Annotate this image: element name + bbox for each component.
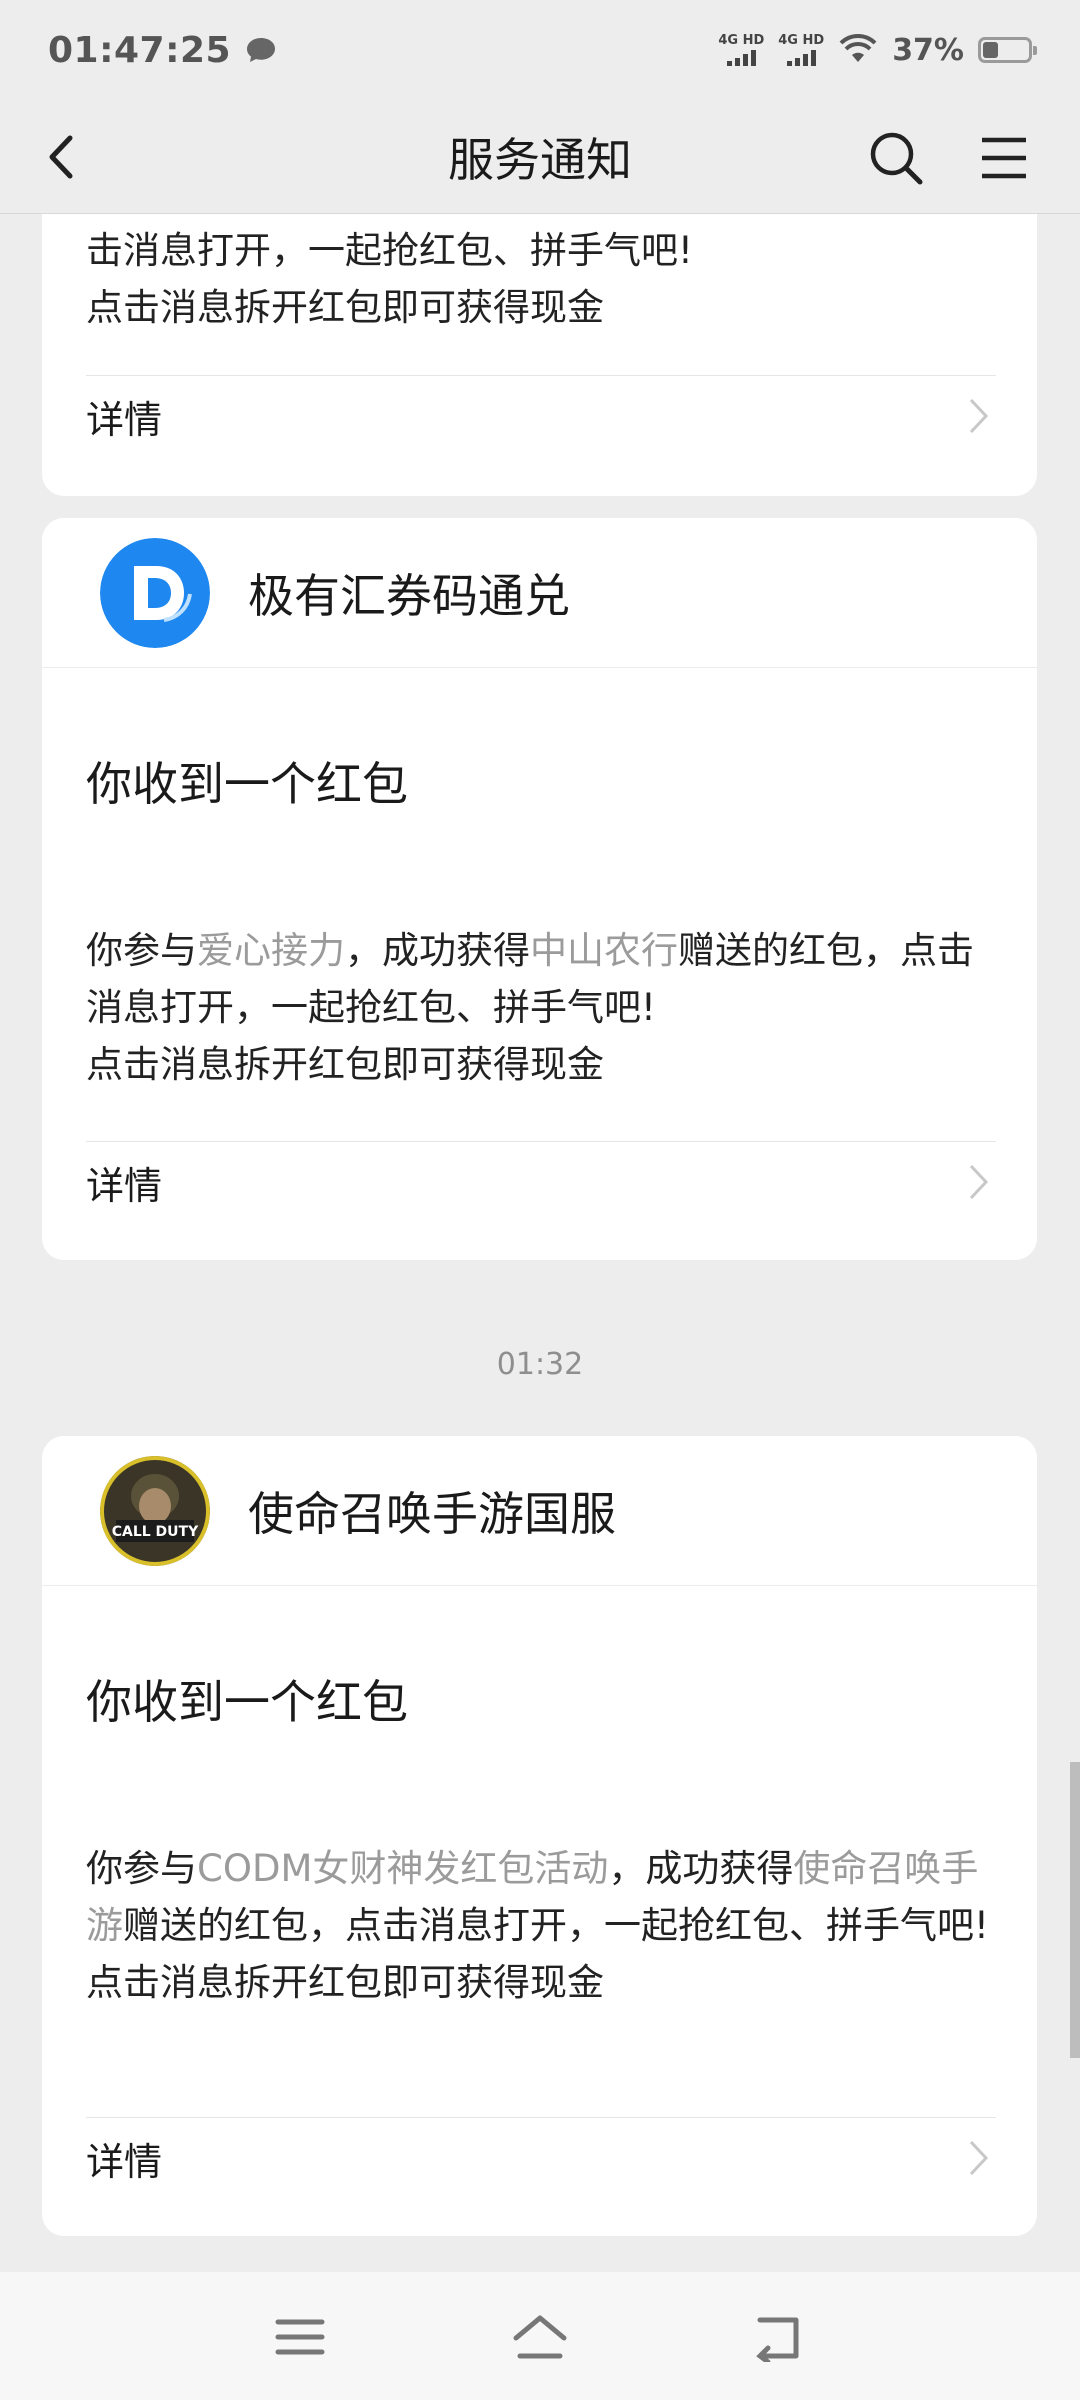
menu-icon[interactable]	[976, 130, 1032, 186]
signal-icon: 4G HD	[778, 34, 824, 66]
network-label: 4G HD	[718, 33, 765, 48]
avatar-logo-text: CALL DUTY	[112, 1524, 199, 1540]
message-timestamp: 01:32	[496, 1347, 584, 1382]
search-icon[interactable]	[868, 130, 924, 186]
message-text: 击消息打开，一起抢红包、拼手气吧!	[86, 229, 693, 272]
nav-bar: 服务通知	[0, 100, 1080, 214]
chevron-right-icon	[968, 1162, 990, 1202]
page-title: 服务通知	[448, 132, 632, 187]
detail-link[interactable]: 详情	[86, 1142, 996, 1222]
status-bar: 01:47:25 4G HD 4G HD 37%	[0, 0, 1080, 100]
account-avatar	[100, 537, 210, 648]
message-text: 点击消息拆开红包即可获得现金	[86, 1961, 604, 2004]
detail-link[interactable]: 详情	[86, 376, 996, 456]
chevron-right-icon	[968, 396, 990, 436]
message-card: CALL DUTY 使命召唤手游国服 你收到一个红包 你参与CODM女财神发红包…	[42, 1436, 1037, 2236]
detail-label: 详情	[86, 397, 163, 442]
account-name: 极有汇券码通兑	[248, 568, 570, 623]
activity-link[interactable]: 爱心接力	[197, 929, 345, 972]
home-icon[interactable]	[512, 2312, 568, 2362]
detail-label: 详情	[86, 2139, 163, 2184]
message-card: 极有汇券码通兑 你收到一个红包 你参与爱心接力，成功获得中山农行赠送的红包，点击…	[42, 518, 1037, 1260]
message-card: 击消息打开，一起抢红包、拼手气吧! 点击消息拆开红包即可获得现金 详情	[42, 214, 1037, 496]
message-title: 你收到一个红包	[86, 757, 408, 811]
message-text: 点击消息拆开红包即可获得现金	[86, 286, 604, 329]
message-bubble-icon	[245, 36, 277, 64]
battery-percent: 37%	[892, 32, 964, 68]
message-text: 你参与CODM女财神发红包活动，成功获得使命召唤手游赠送的红包，点击消息打开，一…	[86, 1847, 989, 1947]
message-text: 你参与爱心接力，成功获得中山农行赠送的红包，点击消息打开，一起抢红包、拼手气吧!	[86, 929, 974, 1029]
chevron-right-icon	[968, 2138, 990, 2178]
network-label: 4G HD	[778, 33, 825, 48]
message-body: 你参与爱心接力，成功获得中山农行赠送的红包，点击消息打开，一起抢红包、拼手气吧!…	[86, 922, 1006, 1093]
account-header[interactable]: CALL DUTY 使命召唤手游国服	[42, 1436, 1037, 1586]
message-list[interactable]: 击消息打开，一起抢红包、拼手气吧! 点击消息拆开红包即可获得现金 详情 极有汇券…	[0, 214, 1080, 2272]
signal-icon: 4G HD	[718, 34, 764, 66]
message-text: 点击消息拆开红包即可获得现金	[86, 1043, 604, 1086]
sender-link[interactable]: 中山农行	[530, 929, 678, 972]
wifi-icon	[838, 32, 878, 68]
activity-link[interactable]: CODM女财神发红包活动	[197, 1847, 608, 1890]
recent-apps-icon[interactable]	[272, 2312, 328, 2362]
account-name: 使命召唤手游国服	[248, 1486, 616, 1541]
message-body: 你参与CODM女财神发红包活动，成功获得使命召唤手游赠送的红包，点击消息打开，一…	[86, 1840, 1006, 2011]
detail-link[interactable]: 详情	[86, 2118, 996, 2198]
message-body: 击消息打开，一起抢红包、拼手气吧! 点击消息拆开红包即可获得现金	[86, 222, 1006, 336]
account-avatar: CALL DUTY	[100, 1455, 210, 1566]
back-icon[interactable]	[40, 132, 90, 182]
account-header[interactable]: 极有汇券码通兑	[42, 518, 1037, 668]
back-nav-icon[interactable]	[752, 2312, 808, 2365]
battery-icon	[978, 37, 1037, 63]
status-time: 01:47:25	[48, 29, 232, 71]
message-title: 你收到一个红包	[86, 1675, 408, 1729]
system-nav-bar	[0, 2272, 1080, 2400]
scrollbar[interactable]	[1070, 1762, 1080, 2058]
detail-label: 详情	[86, 1163, 163, 1208]
